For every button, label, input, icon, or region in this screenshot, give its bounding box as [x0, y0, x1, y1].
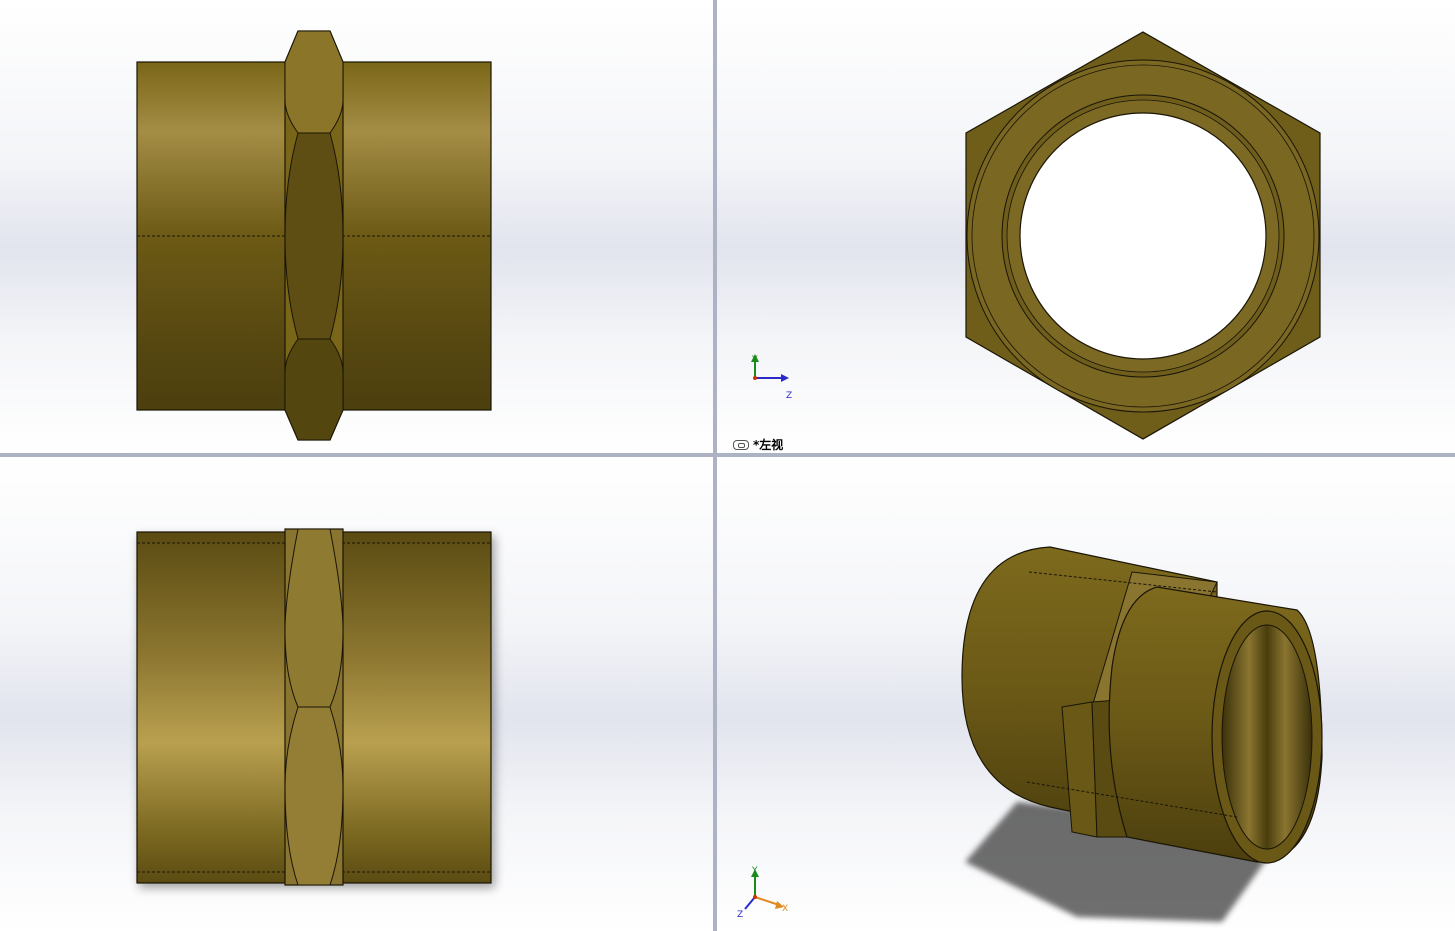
view-name-label: *左视: [733, 436, 783, 453]
view-name-text: *左视: [753, 438, 784, 452]
axis-triad-icon: [744, 869, 784, 910]
threaded-bore: [1221, 624, 1313, 850]
viewport-front[interactable]: [0, 0, 713, 453]
triad-z-label: Z: [786, 391, 792, 401]
triad-y-label: Y: [751, 866, 758, 876]
top-view-model: [136, 528, 495, 888]
viewport-top[interactable]: [0, 457, 713, 931]
viewport-divider-horizontal[interactable]: [0, 453, 1455, 457]
triad-y-label: Y: [751, 355, 758, 365]
front-view-model: [136, 30, 492, 441]
viewport-isometric[interactable]: Y X Z: [717, 457, 1455, 931]
left-view-model: Y Z: [751, 31, 1321, 440]
bore-opening: [1019, 112, 1267, 360]
triad-z-label: Z: [737, 910, 743, 920]
view-link-icon: [733, 439, 749, 450]
viewport-divider-vertical[interactable]: [713, 0, 717, 931]
isometric-view-model: Y X Z: [737, 546, 1323, 922]
triad-x-label: X: [782, 904, 788, 914]
viewport-left[interactable]: Y Z *左视: [717, 0, 1455, 453]
